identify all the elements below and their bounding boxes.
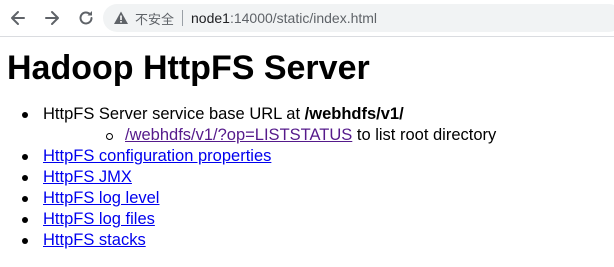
- list-item-liststatus: /webhdfs/v1/?op=LISTSTATUS to list root …: [43, 125, 496, 146]
- url-path: :14000/static/index.html: [229, 10, 378, 26]
- liststatus-suffix: to list root directory: [352, 126, 497, 144]
- jmx-link[interactable]: HttpFS JMX: [43, 168, 132, 186]
- list-item-stacks: HttpFS stacks: [0, 230, 496, 251]
- base-url-text: HttpFS Server service base URL at: [43, 105, 305, 123]
- config-properties-link[interactable]: HttpFS configuration properties: [43, 147, 271, 165]
- bullet-dot: [22, 112, 28, 118]
- reload-icon: [79, 11, 93, 25]
- omnibox-divider: [182, 10, 184, 26]
- list-item-base-url: HttpFS Server service base URL at /webhd…: [0, 104, 496, 146]
- bullet-dot: [22, 238, 28, 244]
- url-host: node1: [191, 10, 230, 26]
- link-list: HttpFS Server service base URL at /webhd…: [0, 104, 496, 251]
- page-title: Hadoop HttpFS Server: [7, 49, 370, 87]
- stacks-link[interactable]: HttpFS stacks: [43, 231, 146, 249]
- reload-button[interactable]: [72, 4, 100, 32]
- warning-icon: [114, 11, 128, 24]
- bullet-dot: [22, 217, 28, 223]
- forward-button[interactable]: [38, 4, 66, 32]
- log-files-link[interactable]: HttpFS log files: [43, 210, 155, 228]
- bullet-dot: [22, 154, 28, 160]
- list-item-jmx: HttpFS JMX: [0, 167, 496, 188]
- toolbar-divider: [0, 36, 614, 37]
- list-item-log-level: HttpFS log level: [0, 188, 496, 209]
- liststatus-link[interactable]: /webhdfs/v1/?op=LISTSTATUS: [125, 126, 352, 144]
- base-url-path: /webhdfs/v1/: [304, 105, 404, 123]
- bullet-dot: [22, 175, 28, 181]
- list-item-log-files: HttpFS log files: [0, 209, 496, 230]
- sub-list: /webhdfs/v1/?op=LISTSTATUS to list root …: [43, 125, 496, 146]
- address-bar[interactable]: 不安全 node1:14000/static/index.html: [103, 4, 614, 32]
- back-button[interactable]: [4, 4, 32, 32]
- bullet-dot: [22, 196, 28, 202]
- back-arrow-icon: [11, 11, 25, 25]
- browser-toolbar: 不安全 node1:14000/static/index.html: [0, 0, 614, 36]
- list-item-config: HttpFS configuration properties: [0, 146, 496, 167]
- security-status[interactable]: 不安全: [135, 9, 174, 28]
- forward-arrow-icon: [45, 11, 59, 25]
- log-level-link[interactable]: HttpFS log level: [43, 189, 159, 207]
- bullet-circle: [106, 133, 113, 140]
